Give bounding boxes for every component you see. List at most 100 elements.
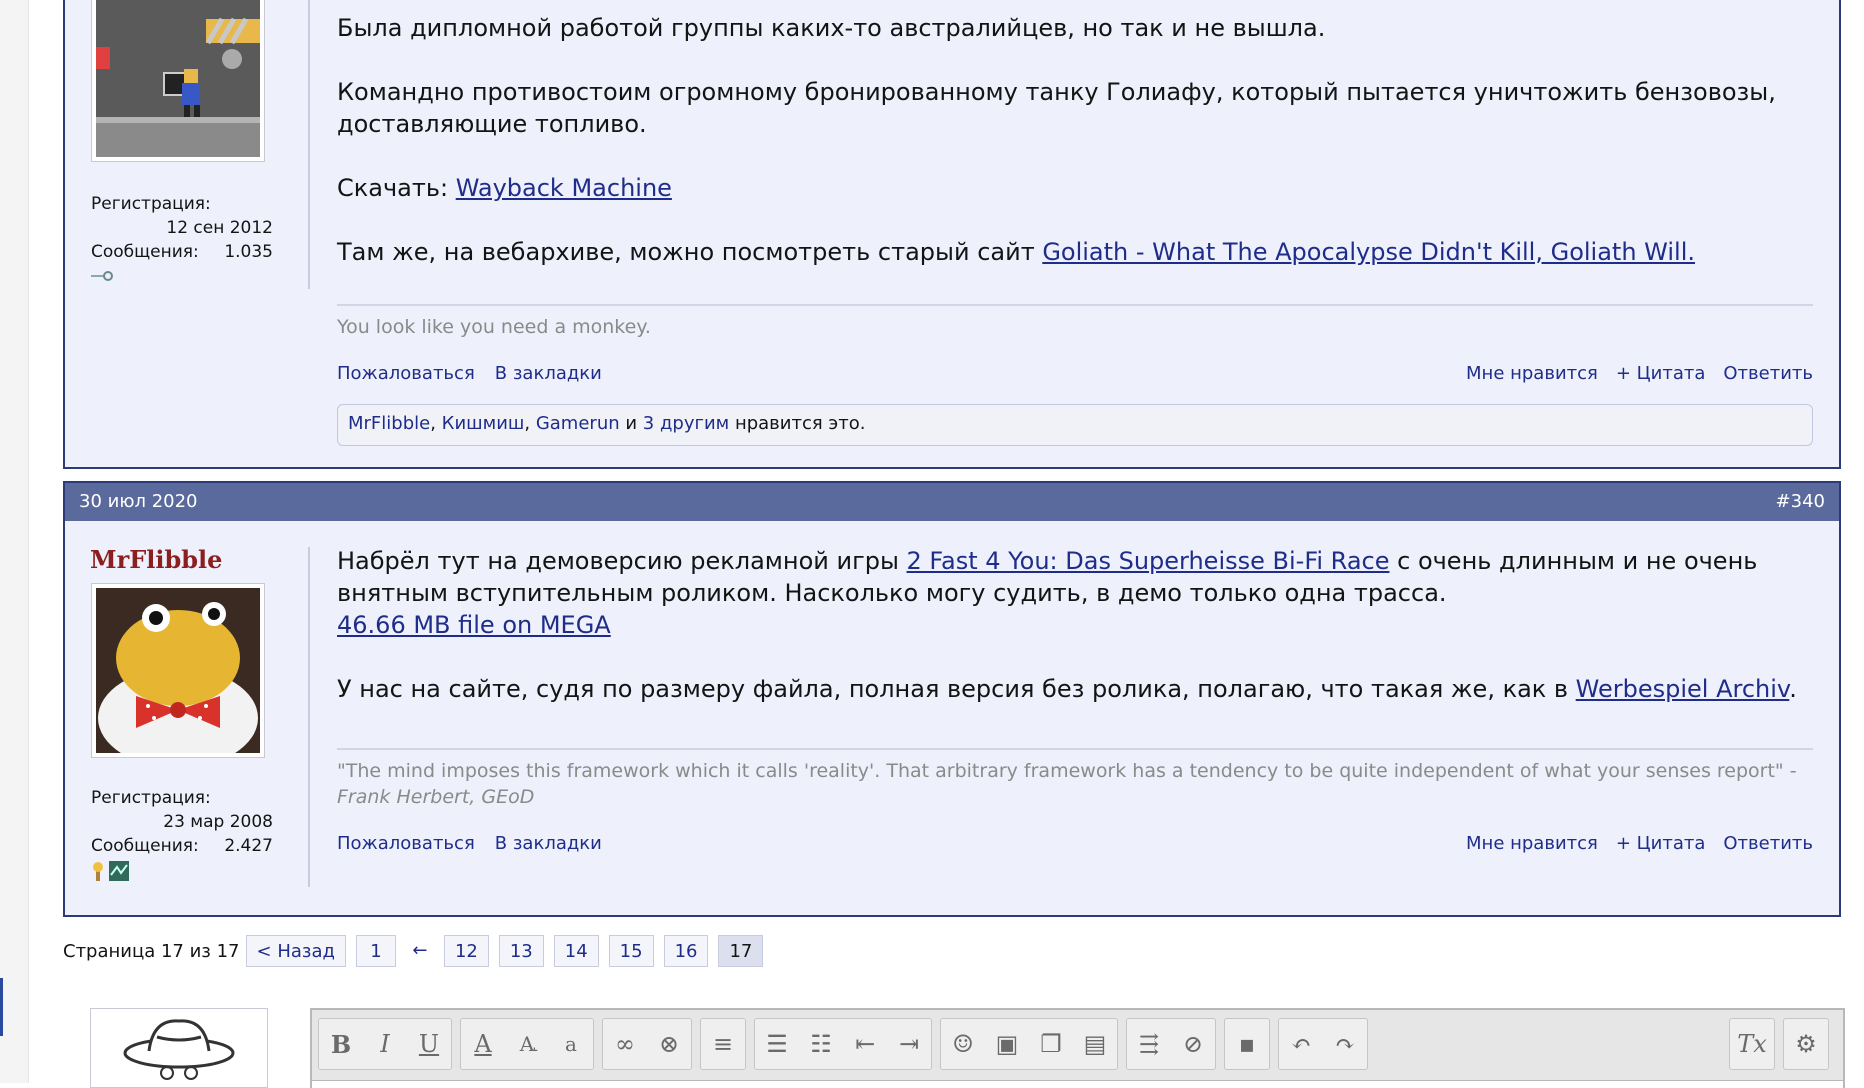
torch-icon [93, 862, 103, 881]
paragraph: У нас на сайте, судя по размеру файла, п… [337, 675, 1797, 703]
user-trophies-prev [91, 270, 113, 282]
left-edge-accent [0, 978, 3, 1036]
toolbar-group-align: ≡ [700, 1018, 746, 1070]
editor-textarea[interactable] [312, 1080, 1843, 1088]
quote-link[interactable]: + Цитата [1616, 833, 1706, 854]
post-actions-340: Пожаловаться В закладки Мне нравится + Ц… [337, 833, 1813, 861]
page-link[interactable]: 15 [608, 935, 654, 967]
signature: "The mind imposes this framework which i… [337, 748, 1813, 810]
toolbar-group-code: ⇶ ⊘ [1126, 1018, 1216, 1070]
column-divider [308, 0, 310, 289]
page-link[interactable]: 14 [553, 935, 599, 967]
link-icon[interactable]: ∞ [603, 1019, 647, 1069]
spoiler-icon[interactable]: ⊘ [1171, 1019, 1215, 1069]
user-stats-340: Регистрация: 23 мар 2008 Сообщения: 2.42… [91, 786, 273, 858]
paragraph: 46.66 MB file on MEGA [337, 609, 1813, 641]
page-link-first[interactable]: 1 [355, 935, 396, 967]
post-prev: Регистрация: 12 сен 2012 Сообщения: 1.03… [63, 0, 1841, 469]
toolbar-group-link: ∞ ⊗ [602, 1018, 692, 1070]
reply-link[interactable]: Ответить [1723, 363, 1813, 384]
paragraph: Была дипломной работой группы каких-то а… [337, 14, 1326, 42]
indent-icon[interactable]: ⇥ [887, 1019, 931, 1069]
reply-user-avatar [90, 1008, 268, 1088]
align-icon[interactable]: ≡ [701, 1019, 745, 1069]
like-link[interactable]: Мне нравится [1466, 833, 1598, 854]
report-link[interactable]: Пожаловаться [337, 363, 475, 384]
liker-link[interactable]: Gamerun [536, 413, 620, 434]
page-link[interactable]: 13 [498, 935, 544, 967]
toolbar-group-format: B I U [318, 1018, 452, 1070]
redo-icon[interactable]: ↷ [1323, 1019, 1367, 1069]
reply-link[interactable]: Ответить [1723, 833, 1813, 854]
unlink-icon[interactable]: ⊗ [647, 1019, 691, 1069]
reply-editor: B I U A A꜡ a ∞ ⊗ ≡ ☰ ☷ ⇤ ⇥ ☺ ▣ ❐ ▤ ⇶ ⊘ ▪… [310, 1008, 1845, 1088]
media-icon[interactable]: ❐ [1029, 1019, 1073, 1069]
italic-icon[interactable]: I [363, 1019, 407, 1069]
others-likers-link[interactable]: 3 другим [643, 413, 729, 434]
messages-label: Сообщения: [91, 836, 199, 856]
post-permalink[interactable]: #340 [1776, 491, 1825, 512]
page-link[interactable]: 12 [443, 935, 489, 967]
text-color-icon[interactable]: A [461, 1019, 505, 1069]
liker-link[interactable]: Кишмиш [442, 413, 525, 434]
messages-count: 2.427 [224, 836, 273, 856]
quote-link[interactable]: + Цитата [1616, 363, 1706, 384]
user-info-340: MrFlibble Регистрация: 23 мар 2008 Сообщ… [65, 483, 311, 915]
save-draft-icon[interactable]: ▪ [1225, 1019, 1269, 1069]
signature: You look like you need a monkey. [337, 304, 1813, 340]
smilie-icon[interactable]: ☺ [941, 1019, 985, 1069]
old-site-link[interactable]: Goliath - What The Apocalypse Didn't Kil… [1042, 238, 1695, 266]
cowboy-avatar-image [91, 1009, 267, 1087]
font-size-icon[interactable]: A꜡ [505, 1019, 549, 1069]
toggle-bbcode-icon[interactable]: ⚙ [1784, 1019, 1828, 1069]
underline-icon[interactable]: U [407, 1019, 451, 1069]
liker-link[interactable]: MrFlibble [348, 413, 430, 434]
likes-summary: MrFlibble, Кишмиш, Gamerun и 3 другим нр… [337, 404, 1813, 446]
toolbar-group-draft: ▪ [1224, 1018, 1270, 1070]
messages-label: Сообщения: [91, 242, 199, 262]
signature-quote: "The mind imposes this framework which i… [337, 760, 1797, 782]
post-actions-prev: Пожаловаться В закладки Мне нравится + Ц… [337, 363, 1813, 391]
reg-label: Регистрация: [91, 194, 211, 214]
map-badge-icon [109, 861, 129, 881]
user-stats-prev: Регистрация: 12 сен 2012 Сообщения: 1.03… [91, 192, 273, 264]
toolbar-group-remove-format: Tx [1729, 1018, 1775, 1070]
undo-icon[interactable]: ↶ [1279, 1019, 1323, 1069]
remove-format-icon[interactable]: Tx [1730, 1019, 1774, 1069]
outdent-icon[interactable]: ⇤ [843, 1019, 887, 1069]
game-title-link[interactable]: 2 Fast 4 You: Das Superheisse Bi-Fi Race [907, 547, 1390, 575]
code-icon[interactable]: ⇶ [1127, 1019, 1171, 1069]
page-jump-arrow[interactable]: ← [406, 935, 434, 967]
prev-page-button[interactable]: < Назад [245, 935, 346, 967]
image-icon[interactable]: ▣ [985, 1019, 1029, 1069]
avatar-penguin-image [96, 588, 260, 753]
page-count-label: Страница 17 из 17 [63, 940, 240, 962]
avatar[interactable] [91, 583, 265, 758]
bold-icon[interactable]: B [319, 1019, 363, 1069]
wayback-link[interactable]: Wayback Machine [456, 174, 672, 202]
signature-author: Frank Herbert, GEoD [337, 786, 535, 808]
quote-icon[interactable]: ▤ [1073, 1019, 1117, 1069]
post-header: 30 июл 2020 #340 [65, 483, 1839, 521]
avatar-game-screenshot-image [96, 0, 260, 157]
bullet-list-icon[interactable]: ☰ [755, 1019, 799, 1069]
like-link[interactable]: Мне нравится [1466, 363, 1598, 384]
paragraph: Там же, на вебархиве, можно посмотреть с… [337, 238, 1696, 266]
bookmark-link[interactable]: В закладки [495, 363, 602, 384]
reg-date: 23 мар 2008 [163, 812, 273, 832]
avatar[interactable] [91, 0, 265, 162]
paragraph: Командно противостоим огромному брониров… [337, 78, 1776, 138]
werbespiel-archiv-link[interactable]: Werbespiel Archiv [1576, 675, 1790, 703]
font-family-icon[interactable]: a [549, 1019, 593, 1069]
toolbar-group-history: ↶ ↷ [1278, 1018, 1368, 1070]
report-link[interactable]: Пожаловаться [337, 833, 475, 854]
numbered-list-icon[interactable]: ☷ [799, 1019, 843, 1069]
post-content-340: Набрёл тут на демоверсию рекламной игры … [337, 545, 1813, 737]
bookmark-link[interactable]: В закладки [495, 833, 602, 854]
mega-file-link[interactable]: 46.66 MB file on MEGA [337, 611, 611, 639]
toolbar-group-insert: ☺ ▣ ❐ ▤ [940, 1018, 1118, 1070]
username-link[interactable]: MrFlibble [90, 545, 222, 574]
page-link[interactable]: 16 [663, 935, 709, 967]
paragraph: Скачать: Wayback Machine [337, 174, 672, 202]
page-link-current: 17 [718, 935, 764, 967]
